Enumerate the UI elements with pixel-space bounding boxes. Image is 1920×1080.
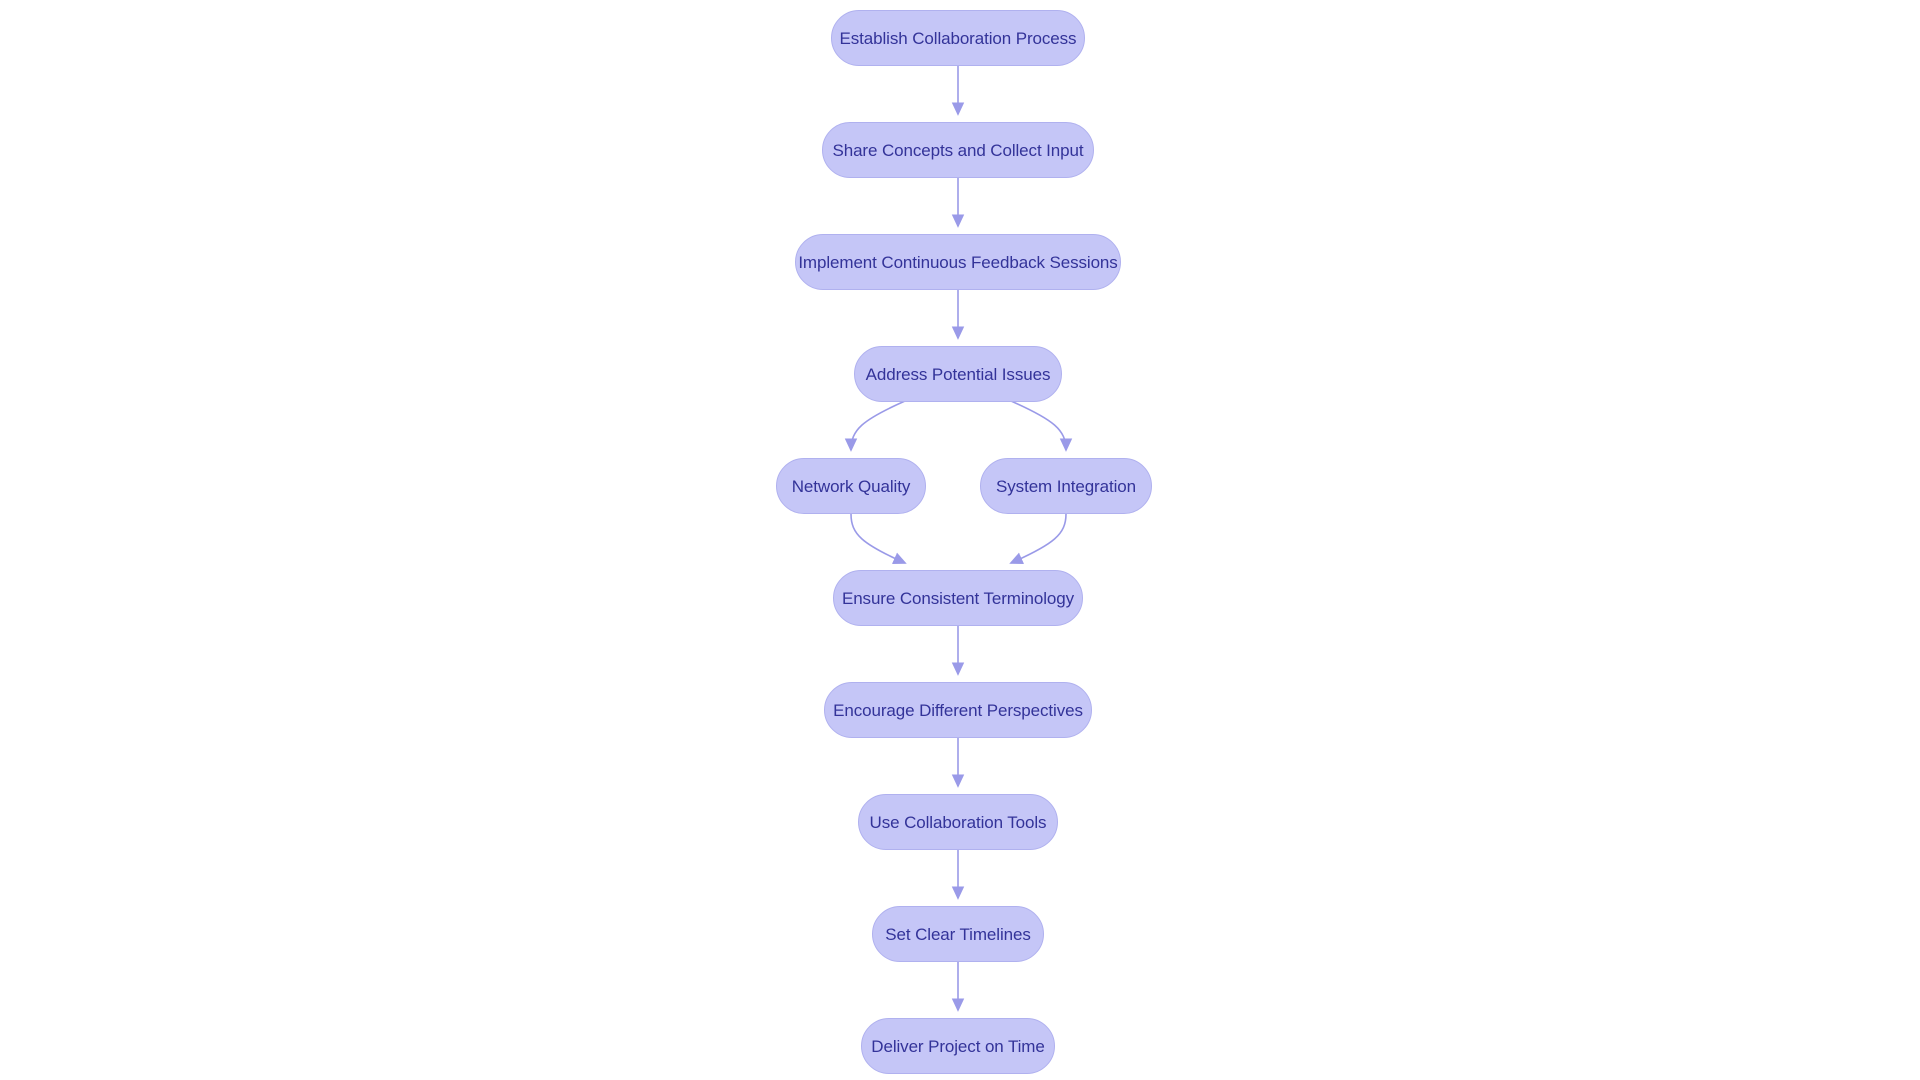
flow-node-label: Encourage Different Perspectives [833,700,1083,720]
flow-node-label: Address Potential Issues [865,364,1051,384]
flow-node-encourage-different-perspectives[interactable]: Encourage Different Perspectives [824,682,1092,738]
flow-node-label: Share Concepts and Collect Input [832,140,1084,160]
flow-node-establish-collaboration-process[interactable]: Establish Collaboration Process [831,10,1085,66]
flow-node-share-concepts-and-collect-input[interactable]: Share Concepts and Collect Input [822,122,1094,178]
flow-node-ensure-consistent-terminology[interactable]: Ensure Consistent Terminology [833,570,1083,626]
flow-node-system-integration[interactable]: System Integration [980,458,1152,514]
flow-edge [850,513,907,565]
flow-node-deliver-project-on-time[interactable]: Deliver Project on Time [861,1018,1055,1074]
flow-node-use-collaboration-tools[interactable]: Use Collaboration Tools [858,794,1058,850]
flow-edge [844,400,906,452]
flow-edge [1010,400,1073,452]
flow-edge [1009,513,1067,565]
flow-node-label: Establish Collaboration Process [839,28,1077,48]
flowchart-canvas: Establish Collaboration Process Share Con… [0,0,1920,1080]
flow-node-label: Implement Continuous Feedback Sessions [798,252,1118,272]
edge-group [844,66,1073,1012]
flow-node-address-potential-issues[interactable]: Address Potential Issues [854,346,1062,402]
flow-node-label: Network Quality [791,476,911,496]
flow-node-label: Use Collaboration Tools [869,812,1047,832]
flow-node-implement-continuous-feedback-sessions[interactable]: Implement Continuous Feedback Sessions [795,234,1121,290]
flow-node-label: Ensure Consistent Terminology [841,588,1075,608]
flow-node-label: System Integration [996,476,1136,496]
flow-node-network-quality[interactable]: Network Quality [776,458,926,514]
flow-node-label: Deliver Project on Time [871,1036,1045,1056]
flow-node-label: Set Clear Timelines [885,924,1031,944]
flow-node-set-clear-timelines[interactable]: Set Clear Timelines [872,906,1044,962]
